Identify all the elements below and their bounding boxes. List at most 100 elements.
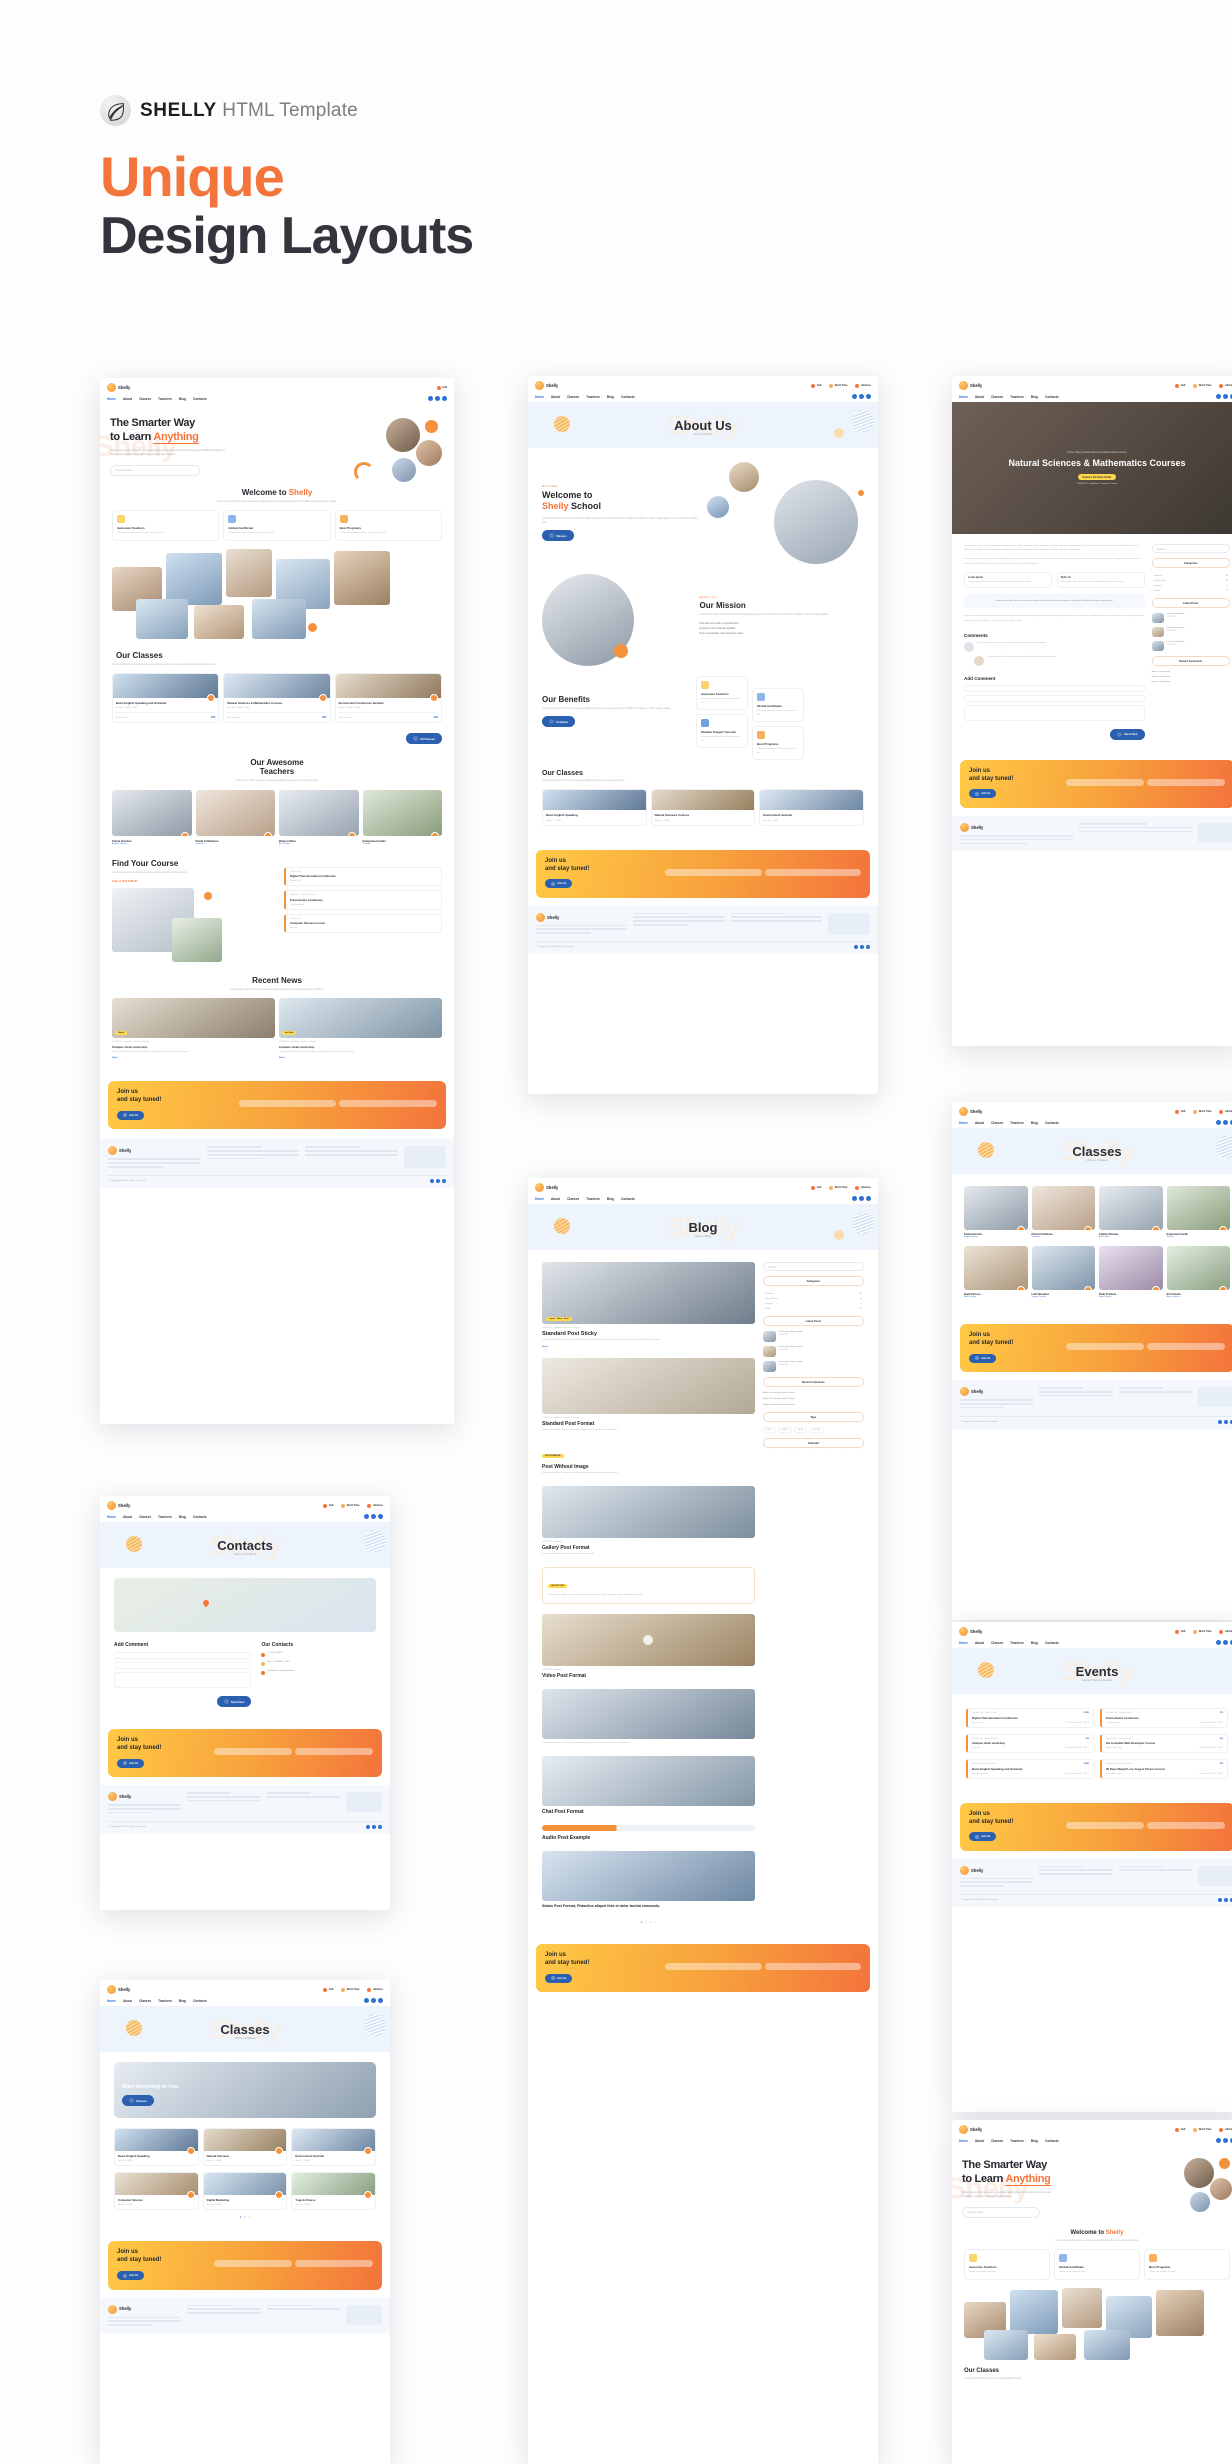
site-logo[interactable]: Shelly: [959, 2125, 982, 2134]
cta-name-input[interactable]: [1066, 778, 1145, 786]
join-us-button[interactable]: Join Us: [117, 2271, 145, 2281]
facebook-icon[interactable]: [854, 945, 858, 950]
nav-blog[interactable]: Blog: [1031, 2139, 1038, 2143]
nav-teachers[interactable]: Teachers: [586, 1197, 600, 1201]
instagram-icon[interactable]: [378, 1824, 382, 1829]
twitter-icon[interactable]: [1224, 1419, 1228, 1424]
contact-email-input[interactable]: [114, 1662, 252, 1669]
nav-home[interactable]: Home: [107, 397, 116, 401]
class-card[interactable]: Environment Seminar Mon-Fri · 10 AM: [759, 789, 865, 826]
pagination-next[interactable]: →: [654, 1921, 656, 1924]
cta-name-input[interactable]: [238, 1100, 337, 1108]
nav-teachers[interactable]: Teachers: [1010, 2139, 1024, 2143]
nav-blog[interactable]: Blog: [179, 397, 186, 401]
footer-map[interactable]: [1197, 1387, 1232, 1408]
social-links[interactable]: [1216, 2138, 1232, 2143]
teacher-card[interactable]: Pandi Al Rahman Instructor: [195, 789, 275, 845]
calendar-cell[interactable]: 7: [850, 1453, 864, 1455]
nav-home[interactable]: Home: [535, 395, 544, 399]
join-us-button[interactable]: Join Us: [117, 1758, 145, 1768]
nav-teachers[interactable]: Teachers: [158, 397, 172, 401]
nav-contacts[interactable]: Contacts: [1045, 395, 1059, 399]
calendar-cell[interactable]: 5: [821, 1453, 835, 1455]
class-card[interactable]: Environment Seminar Mon-Fri · 10 AM: [291, 2128, 377, 2167]
nav-classes[interactable]: Classes: [991, 1121, 1003, 1125]
pagination-page-1[interactable]: 1: [240, 2216, 241, 2219]
contact-message-input[interactable]: [114, 1672, 252, 1688]
site-nav[interactable]: Home About Classes Teachers Blog Contacts: [107, 1514, 383, 1522]
mockup-classes[interactable]: Shelly Call Work Time Address Home About C…: [100, 1980, 390, 2464]
site-logo[interactable]: Shelly: [535, 381, 558, 390]
mockup-teachers[interactable]: Shelly Call Work Time Address Home About C…: [952, 1102, 1232, 1620]
nav-blog[interactable]: Blog: [1031, 1121, 1038, 1125]
nav-about[interactable]: About: [123, 397, 132, 401]
play-icon[interactable]: [186, 2147, 195, 2155]
nav-about[interactable]: About: [123, 1515, 132, 1519]
cta-email-input[interactable]: [764, 1963, 861, 1971]
nav-blog[interactable]: Blog: [607, 395, 614, 399]
twitter-icon[interactable]: [1223, 394, 1228, 399]
course-item[interactable]: Workshop · Class · Seminar Environment c…: [283, 890, 442, 910]
all-classes-button[interactable]: All Classes: [406, 733, 442, 745]
plus-icon[interactable]: [1084, 1286, 1092, 1290]
social-links[interactable]: [1216, 1120, 1232, 1125]
search-input[interactable]: Search Class: [962, 2206, 1040, 2218]
join-us-button[interactable]: Join Us: [117, 1110, 145, 1120]
nav-blog[interactable]: Blog: [179, 1515, 186, 1519]
site-nav[interactable]: Home About Classes Teachers Blog Contacts: [107, 1998, 383, 2006]
blog-post[interactable]: Lorem · Dolor · Amet 17/05/2021 · by Adm…: [542, 1262, 755, 1348]
category-row[interactable]: Shelly 22: [1152, 588, 1230, 593]
pagination-page-2[interactable]: 2: [244, 2216, 245, 2219]
footer-map[interactable]: [404, 1146, 447, 1169]
twitter-icon[interactable]: [1223, 2138, 1228, 2143]
instagram-icon[interactable]: [866, 945, 870, 950]
recent-comment-item[interactable]: admin on lorem ipsum: [1152, 671, 1230, 673]
event-card[interactable]: Just For You · Adults & Teens $46 Campus …: [966, 1733, 1094, 1753]
play-icon[interactable]: [186, 2191, 195, 2200]
nav-classes[interactable]: Classes: [991, 1641, 1003, 1645]
nav-home[interactable]: Home: [959, 2139, 968, 2143]
site-nav[interactable]: Home About Classes Teachers Blog Contact…: [107, 396, 447, 404]
nav-classes[interactable]: Classes: [567, 395, 579, 399]
recent-comment-item[interactable]: admin on lorem ipsum: [1152, 681, 1230, 683]
nav-home[interactable]: Home: [535, 1197, 544, 1201]
calendar-cell[interactable]: 6: [836, 1453, 850, 1455]
site-logo[interactable]: Shelly: [107, 1501, 130, 1510]
site-logo[interactable]: Shelly: [959, 381, 982, 390]
latest-post-item[interactable]: Lorem ipsum dolor sit amet 17/05/2021: [762, 1361, 864, 1372]
blog-post[interactable]: Lorem ipsum dolor sit amet consectetur a…: [542, 1688, 755, 1746]
twitter-icon[interactable]: [436, 1178, 440, 1183]
teacher-card[interactable]: Dhanu Githa Art Teacher: [279, 789, 359, 845]
instagram-icon[interactable]: [378, 1998, 383, 2003]
tag-item[interactable]: Class: [762, 1427, 776, 1433]
site-nav[interactable]: Home About Classes Teachers Blog Contacts: [959, 1120, 1232, 1128]
social-links[interactable]: [1216, 1640, 1232, 1645]
sidebar-search-input[interactable]: Search: [1151, 544, 1230, 553]
plus-icon[interactable]: [1016, 1226, 1025, 1230]
nav-contacts[interactable]: Contacts: [193, 397, 207, 401]
search-input[interactable]: Search Class: [110, 464, 200, 476]
event-card[interactable]: Just For You · Grades & Kids $58 30 Days …: [1100, 1759, 1228, 1779]
nav-classes[interactable]: Classes: [139, 397, 151, 401]
blog-post[interactable]: Audio Post Example: [542, 1824, 755, 1841]
comment-name-input[interactable]: [964, 684, 1145, 692]
cta-name-input[interactable]: [665, 868, 762, 876]
calendar-grid[interactable]: 1 2 3 4 5 6 7: [763, 1453, 864, 1455]
recent-comment-item[interactable]: admin on lorem ipsum dolor sit amet: [763, 1404, 864, 1407]
nav-about[interactable]: About: [551, 1197, 560, 1201]
site-logo[interactable]: Shelly: [959, 1627, 982, 1636]
event-card[interactable]: Just For You · Teens & Kids $24 the Compl…: [1100, 1733, 1228, 1753]
class-card[interactable]: Yoga & Fitness Mon-Fri · 10 AM: [291, 2172, 377, 2211]
nav-classes[interactable]: Classes: [991, 395, 1003, 399]
facebook-icon[interactable]: [430, 1178, 434, 1183]
site-nav[interactable]: Home About Classes Teachers Blog Contact…: [535, 394, 871, 402]
blog-post[interactable]: QUOTE POST Lorem ipsum dolor sit amet co…: [542, 1566, 755, 1604]
sidebar-search-input[interactable]: Search: [762, 1262, 864, 1271]
teacher-card[interactable]: Pandi Al Rahman Instructor: [1031, 1186, 1095, 1238]
footer-socials[interactable]: [1218, 1419, 1232, 1424]
classes-button[interactable]: Classes: [542, 530, 574, 542]
nav-about[interactable]: About: [123, 1999, 132, 2003]
teacher-card[interactable]: Fatma Karolan English Teacher: [112, 789, 192, 845]
instagram-icon[interactable]: [442, 396, 447, 401]
nav-contacts[interactable]: Contacts: [1045, 2139, 1059, 2143]
